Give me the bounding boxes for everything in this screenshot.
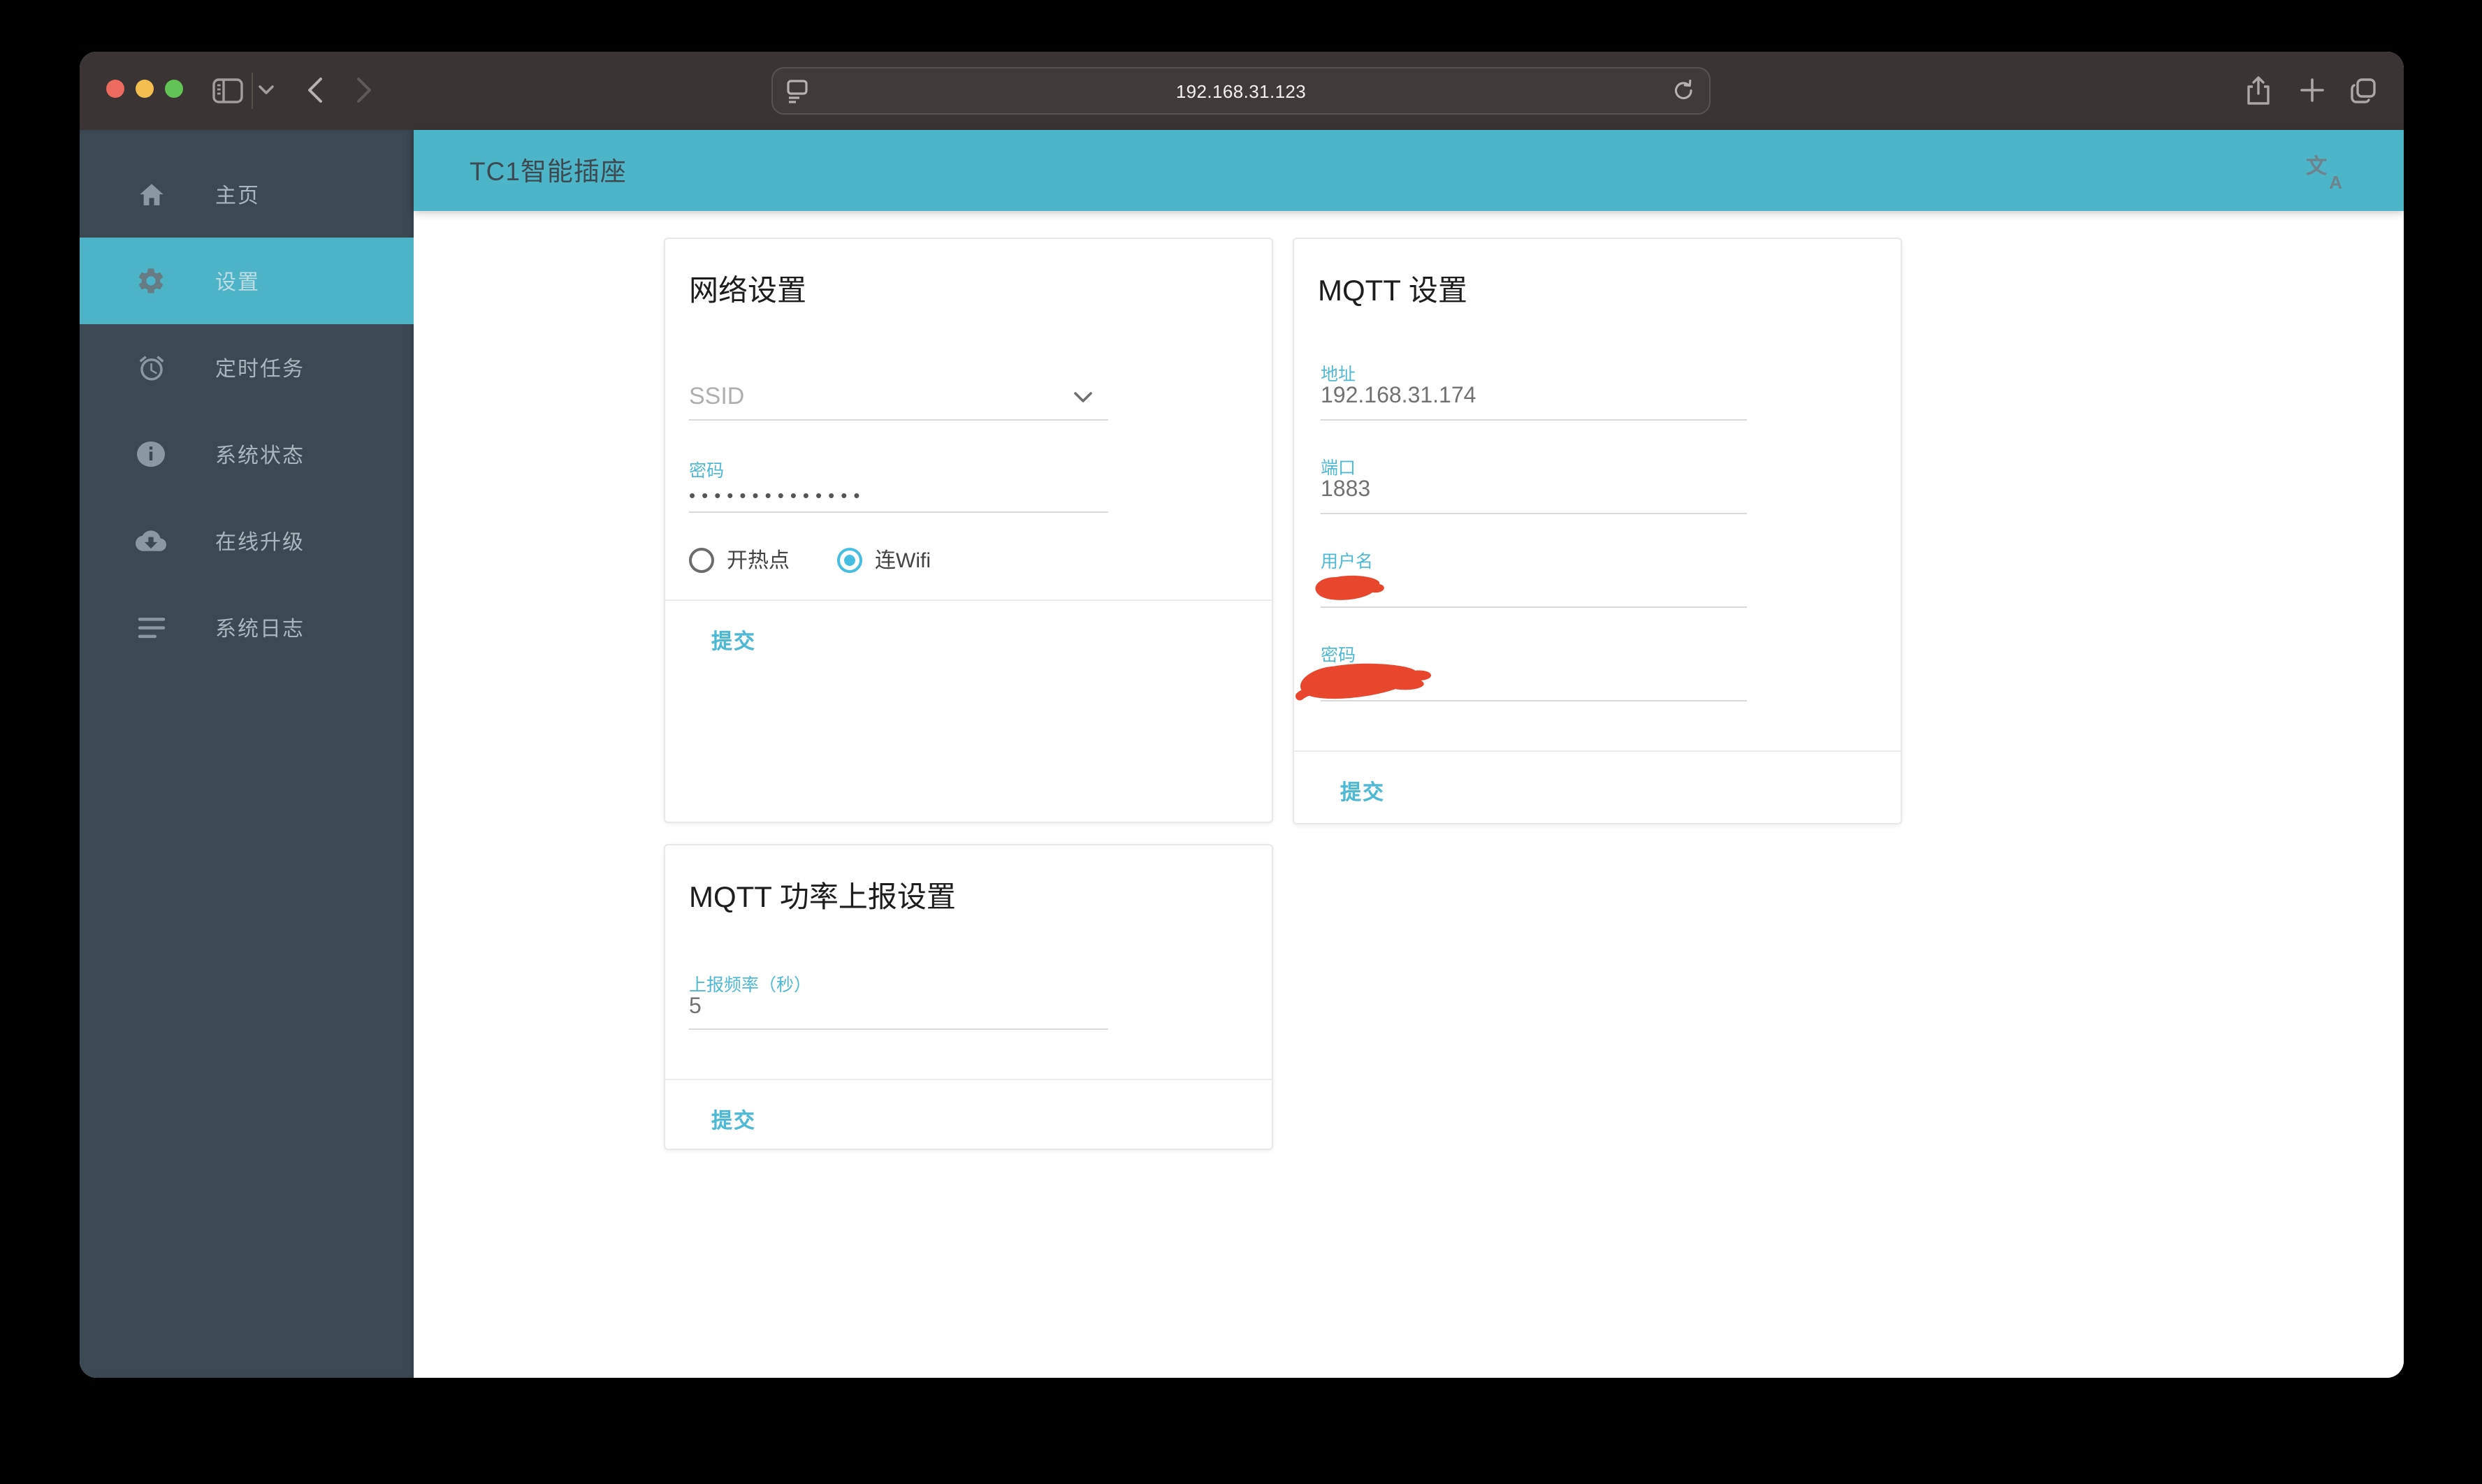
settings-page: 网络设置 SSID 密码 •••••••••••••• 开热点 连Wifi 提交… [414,211,2404,1378]
mqtt-settings-card: MQTT 设置 地址 192.168.31.174 端口 1883 用户名 密码 [1293,238,1902,824]
cloud-download-icon [136,525,166,556]
username-label: 用户名 [1321,552,1374,572]
chevron-down-icon[interactable] [1073,386,1093,411]
sidebar-item-upgrade[interactable]: 在线升级 [80,497,414,584]
input-underline [1321,513,1747,514]
address-label: 地址 [1321,365,1356,384]
back-icon[interactable] [307,77,323,103]
redaction-scribble-username [1315,575,1384,600]
card-title: MQTT 设置 [1318,275,1467,307]
sidebar-item-label: 在线升级 [215,530,305,554]
password-field[interactable]: •••••••••••••• [689,485,866,506]
info-icon [136,439,166,470]
report-frequency-field[interactable]: 5 [689,995,702,1020]
new-tab-icon[interactable] [2299,77,2325,103]
ssid-select[interactable]: SSID [689,383,744,411]
port-field[interactable]: 1883 [1321,478,1370,503]
radio-hotspot[interactable]: 开热点 [689,545,790,574]
port-label: 端口 [1321,458,1356,478]
wifi-mode-radio-group: 开热点 连Wifi [689,545,978,574]
redaction-scribble-password [1296,663,1432,701]
sidebar-item-status[interactable]: 系统状态 [80,411,414,497]
minimize-window-button[interactable] [136,80,154,98]
power-submit-button[interactable]: 提交 [711,1105,756,1135]
input-underline [689,419,1108,421]
sidebar-item-label: 系统状态 [215,444,305,467]
mqtt-power-report-card: MQTT 功率上报设置 上报频率（秒） 5 提交 [664,844,1273,1150]
forward-icon[interactable] [356,77,372,103]
address-bar[interactable]: 192.168.31.123 [771,67,1711,115]
alarm-icon [136,352,166,383]
card-title: MQTT 功率上报设置 [689,882,956,914]
radio-wifi[interactable]: 连Wifi [837,545,931,574]
browser-toolbar: 192.168.31.123 [80,52,2404,130]
browser-window: 192.168.31.123 主页 设置 定时任务 系统状态 在线升级 系统日志… [80,52,2404,1378]
card-divider [1294,750,1901,752]
card-divider [665,1079,1272,1080]
sidebar-item-label: 定时任务 [215,357,305,381]
tab-overview-icon[interactable] [2348,75,2379,106]
screenshot-stage: 192.168.31.123 主页 设置 定时任务 系统状态 在线升级 系统日志… [0,0,2482,1484]
sidebar-item-schedule[interactable]: 定时任务 [80,324,414,411]
close-window-button[interactable] [106,80,124,98]
address-field[interactable]: 192.168.31.174 [1321,384,1476,409]
sidebar-item-settings[interactable]: 设置 [80,238,414,324]
report-frequency-label: 上报频率（秒） [689,975,812,995]
zoom-window-button[interactable] [165,80,183,98]
card-divider [665,599,1272,601]
input-underline [689,511,1108,513]
network-settings-card: 网络设置 SSID 密码 •••••••••••••• 开热点 连Wifi 提交 [664,238,1273,823]
input-underline [1321,606,1747,608]
refresh-icon[interactable] [1671,78,1697,105]
input-underline [689,1028,1108,1030]
sidebar-toggle-icon[interactable] [212,77,243,105]
gear-icon [136,265,166,296]
network-submit-button[interactable]: 提交 [711,626,756,655]
url-text: 192.168.31.123 [1175,80,1307,101]
sidebar-item-logs[interactable]: 系统日志 [80,584,414,671]
sidebar-item-label: 主页 [215,184,261,208]
app-header: TC1智能插座 文 A [414,130,2404,211]
sidebar-item-label: 设置 [215,270,261,294]
sidebar-item-home[interactable]: 主页 [80,151,414,238]
card-title: 网络设置 [689,275,806,307]
sidebar-nav: 主页 设置 定时任务 系统状态 在线升级 系统日志 [80,130,414,1378]
sidebar-item-label: 系统日志 [215,617,305,641]
radio-circle [837,547,863,572]
translate-icon[interactable]: 文 A [2306,154,2342,193]
home-icon [136,179,166,210]
share-icon[interactable] [2244,75,2272,106]
password-label: 密码 [689,461,725,481]
chevron-down-icon[interactable] [259,85,274,95]
radio-circle [689,547,714,572]
log-lines-icon [136,612,166,643]
input-underline [1321,419,1747,421]
page-title: TC1智能插座 [470,157,627,186]
mqtt-submit-button[interactable]: 提交 [1340,777,1385,806]
toolbar-divider [252,73,253,109]
